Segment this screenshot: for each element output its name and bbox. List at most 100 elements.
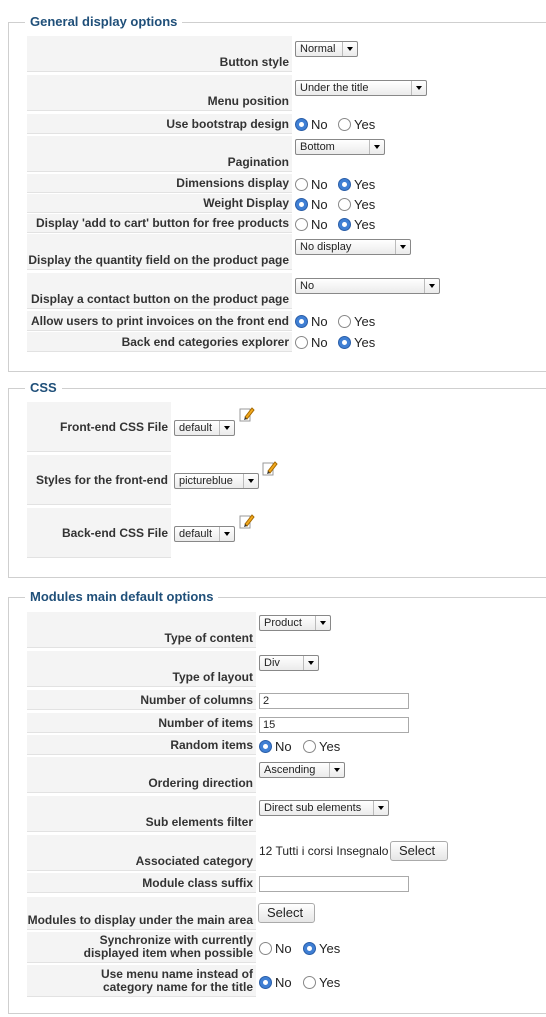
bootstrap-yes-radio[interactable]: Yes	[338, 117, 375, 132]
menu-position-label: Menu position	[27, 75, 292, 111]
radio-label: No	[311, 117, 328, 132]
chevron-down-icon	[369, 140, 384, 154]
categories-explorer-no-radio[interactable]: No	[295, 335, 328, 350]
row-menu-position: Menu position Under the title	[27, 75, 546, 111]
number-columns-input[interactable]: 2	[259, 693, 409, 709]
row-display-under: Modules to display under the main area S…	[27, 897, 546, 930]
radio-label: Yes	[319, 975, 341, 990]
associated-category-select-button[interactable]: Select	[390, 841, 448, 861]
general-display-legend: General display options	[25, 14, 183, 29]
ordering-value: Ascending	[264, 764, 316, 776]
quantity-field-select[interactable]: No display	[295, 239, 411, 255]
ordering-select[interactable]: Ascending	[259, 762, 345, 778]
radio-icon	[338, 118, 351, 131]
weight-no-radio[interactable]: No	[295, 197, 328, 212]
chevron-down-icon	[219, 421, 234, 435]
dimensions-yes-radio[interactable]: Yes	[338, 177, 375, 192]
frontend-styles-select[interactable]: pictureblue	[174, 473, 259, 489]
categories-explorer-label: Back end categories explorer	[27, 332, 292, 352]
radio-label: Yes	[354, 314, 376, 329]
radio-label: Yes	[319, 739, 341, 754]
backend-css-file-value: default	[179, 528, 213, 540]
dimensions-no-radio[interactable]: No	[295, 177, 328, 192]
sub-filter-select[interactable]: Direct sub elements	[259, 800, 389, 816]
backend-css-file-select[interactable]: default	[174, 526, 235, 542]
frontend-css-file-value: default	[179, 422, 213, 434]
synchronize-no-radio[interactable]: No	[259, 941, 292, 956]
menu-name-no-radio[interactable]: No	[259, 975, 292, 990]
menu-name-label-line2: category name for the title	[102, 980, 253, 994]
row-number-items: Number of items 15	[27, 713, 546, 733]
row-number-columns: Number of columns 2	[27, 690, 546, 710]
radio-selected-icon	[338, 178, 351, 191]
frontend-styles-value: pictureblue	[179, 475, 233, 487]
add-to-cart-free-no-radio[interactable]: No	[295, 217, 328, 232]
row-print-invoices: Allow users to print invoices on the fro…	[27, 311, 546, 331]
radio-label: Yes	[354, 217, 376, 232]
bootstrap-no-radio[interactable]: No	[295, 117, 328, 132]
row-bootstrap: Use bootstrap design No Yes	[27, 114, 546, 134]
menu-position-select[interactable]: Under the title	[295, 80, 427, 96]
row-ordering: Ordering direction Ascending	[27, 757, 546, 793]
associated-category-value: 12 Tutti i corsi Insegnalo	[259, 844, 389, 858]
print-invoices-no-radio[interactable]: No	[295, 314, 328, 329]
type-layout-select[interactable]: Div	[259, 655, 319, 671]
type-layout-label: Type of layout	[27, 651, 256, 687]
radio-label: No	[311, 197, 328, 212]
number-items-input[interactable]: 15	[259, 717, 409, 733]
contact-button-label: Display a contact button on the product …	[27, 273, 292, 309]
radio-label: No	[275, 941, 292, 956]
type-content-select[interactable]: Product	[259, 615, 331, 631]
synchronize-yes-radio[interactable]: Yes	[303, 941, 340, 956]
radio-label: No	[311, 217, 328, 232]
print-invoices-label: Allow users to print invoices on the fro…	[27, 311, 292, 331]
bootstrap-label: Use bootstrap design	[27, 114, 292, 134]
contact-button-select[interactable]: No	[295, 278, 440, 294]
random-items-yes-radio[interactable]: Yes	[303, 739, 340, 754]
frontend-css-file-select[interactable]: default	[174, 420, 235, 436]
row-frontend-styles: Styles for the front-end pictureblue	[27, 455, 546, 505]
chevron-down-icon	[315, 616, 330, 630]
radio-icon	[259, 942, 272, 955]
edit-pencil-icon[interactable]	[262, 460, 278, 476]
display-under-select-button[interactable]: Select	[258, 903, 315, 923]
categories-explorer-yes-radio[interactable]: Yes	[338, 335, 375, 350]
chevron-down-icon	[329, 763, 344, 777]
class-suffix-input[interactable]	[259, 876, 409, 892]
weight-yes-radio[interactable]: Yes	[338, 197, 375, 212]
row-frontend-css-file: Front-end CSS File default	[27, 402, 546, 452]
random-items-no-radio[interactable]: No	[259, 739, 292, 754]
row-synchronize: Synchronize with currently displayed ite…	[27, 932, 546, 963]
radio-selected-icon	[295, 118, 308, 131]
sub-filter-label: Sub elements filter	[27, 796, 256, 832]
radio-icon	[303, 740, 316, 753]
radio-label: No	[311, 177, 328, 192]
add-to-cart-free-yes-radio[interactable]: Yes	[338, 217, 375, 232]
chevron-down-icon	[395, 240, 410, 254]
row-type-layout: Type of layout Div	[27, 651, 546, 687]
print-invoices-yes-radio[interactable]: Yes	[338, 314, 375, 329]
radio-selected-icon	[259, 976, 272, 989]
row-button-style: Button style Normal	[27, 36, 546, 72]
button-style-label: Button style	[27, 36, 292, 72]
radio-selected-icon	[338, 336, 351, 349]
menu-name-yes-radio[interactable]: Yes	[303, 975, 340, 990]
quantity-field-label: Display the quantity field on the produc…	[27, 234, 292, 270]
pagination-select[interactable]: Bottom	[295, 139, 385, 155]
button-style-select[interactable]: Normal	[295, 41, 358, 57]
radio-label: Yes	[319, 941, 341, 956]
edit-pencil-icon[interactable]	[239, 513, 255, 529]
radio-label: No	[311, 335, 328, 350]
radio-selected-icon	[338, 218, 351, 231]
quantity-field-value: No display	[300, 241, 352, 253]
radio-icon	[295, 178, 308, 191]
row-associated-category: Associated category 12 Tutti i corsi Ins…	[27, 835, 546, 871]
chevron-down-icon	[411, 81, 426, 95]
edit-pencil-icon[interactable]	[239, 406, 255, 422]
row-class-suffix: Module class suffix	[27, 873, 546, 893]
radio-label: Yes	[354, 335, 376, 350]
row-menu-name: Use menu name instead of category name f…	[27, 965, 546, 997]
row-weight: Weight Display No Yes	[27, 194, 546, 213]
number-columns-label: Number of columns	[27, 690, 256, 710]
radio-label: No	[311, 314, 328, 329]
